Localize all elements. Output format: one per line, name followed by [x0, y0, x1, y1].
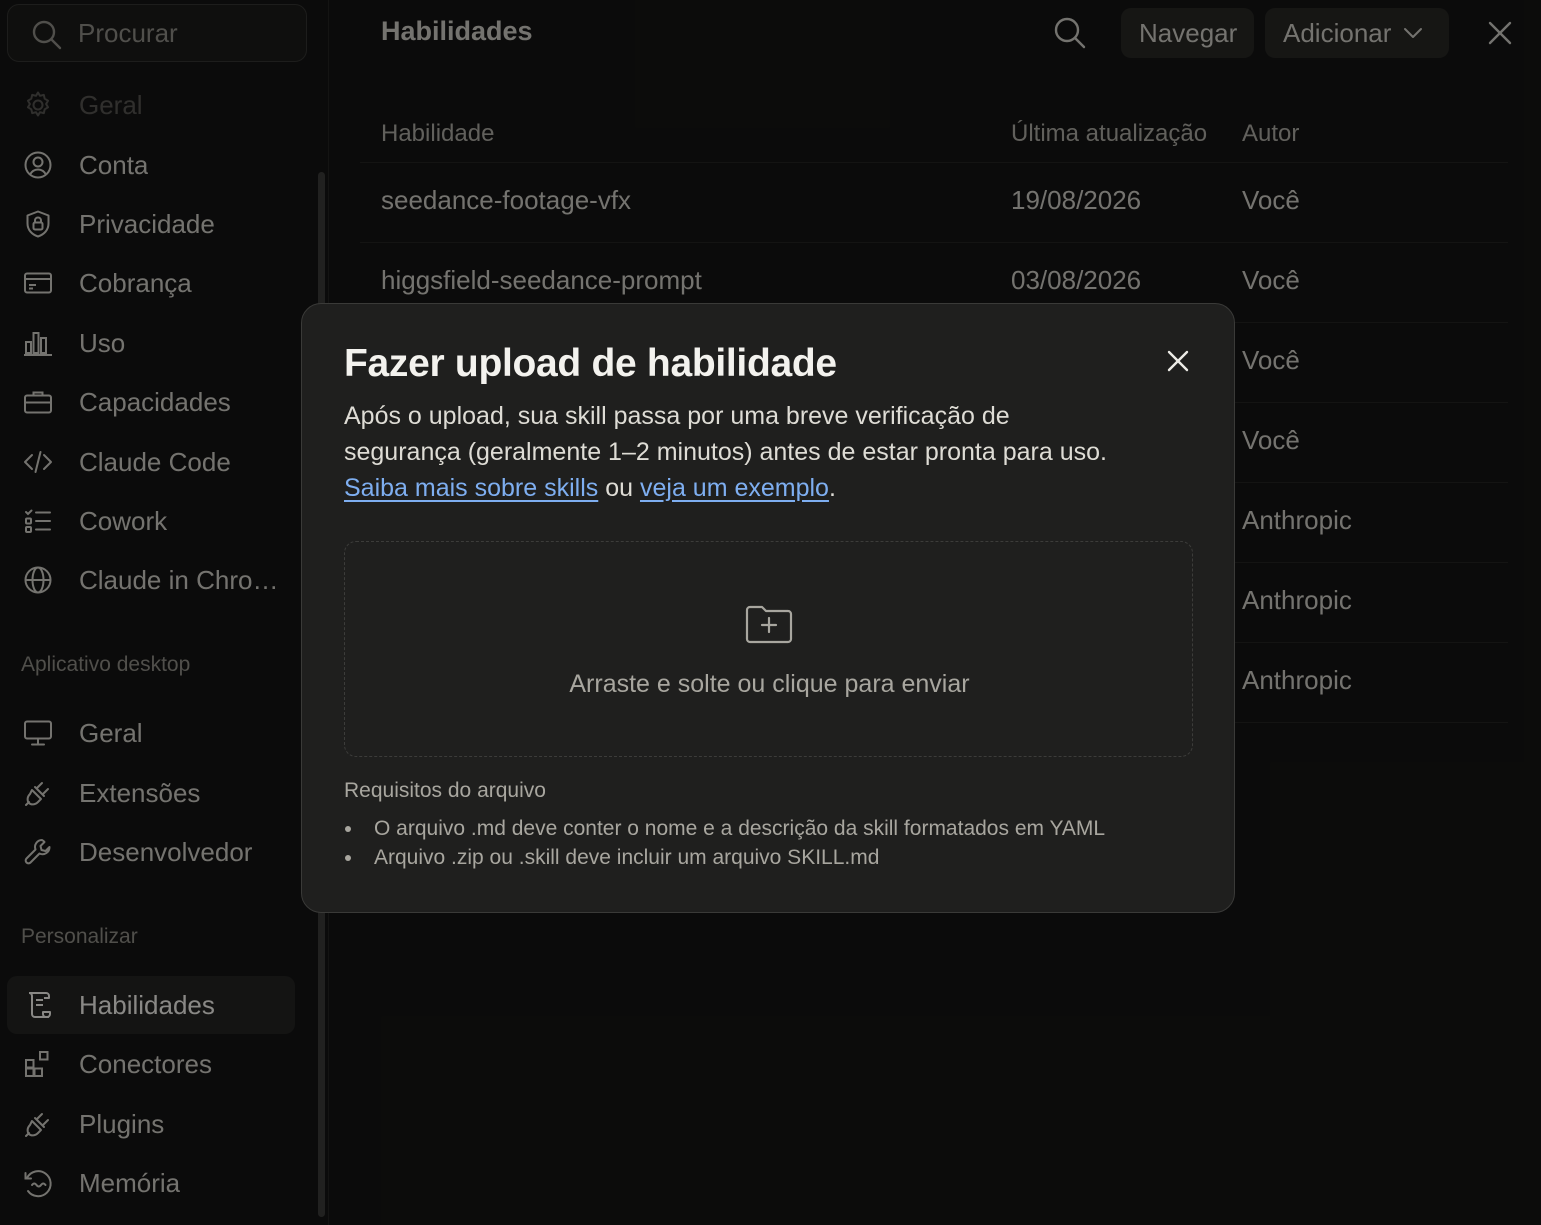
requirement-item: O arquivo .md deve conter o nome e a des… — [344, 814, 1105, 843]
requirement-item: Arquivo .zip ou .skill deve incluir um a… — [344, 843, 1105, 872]
description-or: ou — [605, 474, 634, 502]
upload-skill-dialog: Fazer upload de habilidade Após o upload… — [301, 303, 1235, 913]
example-link[interactable]: veja um exemplo — [640, 474, 829, 502]
requirements-title: Requisitos do arquivo — [344, 779, 546, 802]
dialog-description-text: Após o upload, sua skill passa por uma b… — [344, 402, 1107, 466]
learn-skills-link[interactable]: Saiba mais sobre skills — [344, 474, 598, 502]
dropzone-label: Arraste e solte ou clique para enviar — [569, 670, 970, 698]
close-icon — [1167, 350, 1189, 372]
dialog-title: Fazer upload de habilidade — [344, 342, 837, 385]
file-dropzone[interactable]: Arraste e solte ou clique para enviar — [344, 541, 1193, 757]
app-window: Geral Conta Privacidade — [0, 0, 1541, 1225]
description-end: . — [828, 474, 836, 502]
requirements-list: O arquivo .md deve conter o nome e a des… — [344, 814, 1105, 872]
folder-plus-icon — [745, 602, 793, 644]
dialog-description: Após o upload, sua skill passa por uma b… — [344, 398, 1114, 506]
dialog-close-button[interactable] — [1167, 350, 1189, 372]
